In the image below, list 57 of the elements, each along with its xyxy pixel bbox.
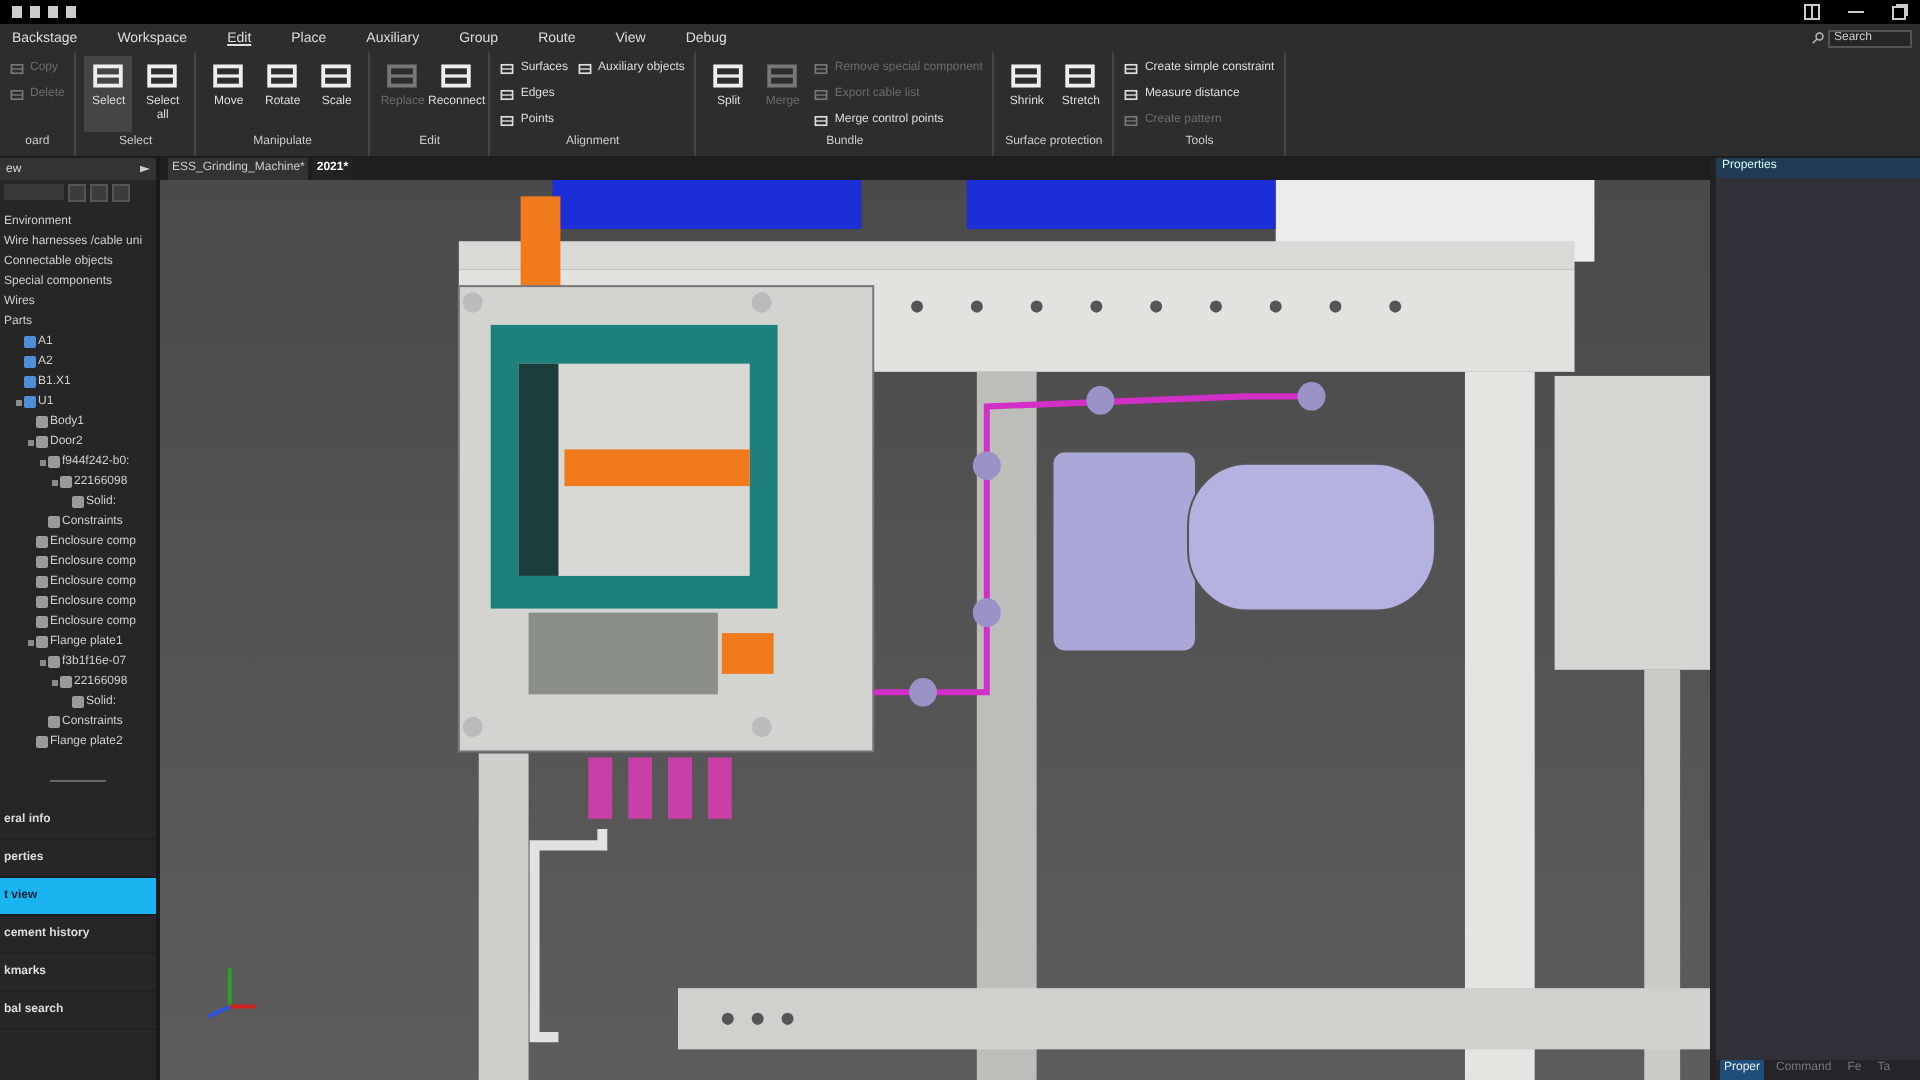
expander-icon[interactable] xyxy=(52,479,58,485)
node-icon xyxy=(36,576,48,588)
tool-icon xyxy=(814,61,829,75)
tool-icon xyxy=(814,87,829,101)
expander-icon[interactable] xyxy=(28,639,34,645)
node-icon xyxy=(36,596,48,608)
node-icon xyxy=(48,716,60,728)
layout-icon[interactable] xyxy=(1804,4,1820,20)
tool-icon xyxy=(1124,61,1139,75)
search-icon xyxy=(1812,32,1824,44)
node-icon xyxy=(24,336,36,348)
tool-icon xyxy=(266,60,299,92)
expander-icon[interactable] xyxy=(40,659,46,665)
tool-icon xyxy=(500,113,515,127)
node-icon xyxy=(60,676,72,688)
expander-icon[interactable] xyxy=(52,679,58,685)
node-icon xyxy=(60,476,72,488)
node-icon xyxy=(48,656,60,668)
tool-icon xyxy=(500,87,515,101)
tool-icon xyxy=(1124,87,1139,101)
tool-icon xyxy=(92,60,125,92)
tool-icon xyxy=(712,60,745,92)
axis-triad-icon xyxy=(206,967,256,1019)
tool-icon xyxy=(578,61,593,75)
tool-icon xyxy=(212,60,245,92)
expander-icon[interactable] xyxy=(16,399,22,405)
tool-icon xyxy=(1064,60,1097,92)
expander-icon[interactable] xyxy=(28,439,34,445)
node-icon xyxy=(48,516,60,528)
tool-icon xyxy=(1010,60,1043,92)
tool-icon xyxy=(440,60,473,92)
node-icon xyxy=(24,396,36,408)
restore-icon[interactable] xyxy=(1892,4,1908,20)
node-icon xyxy=(36,436,48,448)
node-icon xyxy=(36,536,48,548)
node-icon xyxy=(36,556,48,568)
tool-icon xyxy=(766,60,799,92)
node-icon xyxy=(36,736,48,748)
3d-viewport[interactable] xyxy=(160,180,1710,1080)
node-icon xyxy=(24,356,36,368)
tool-icon xyxy=(1124,113,1139,127)
tool-icon xyxy=(386,60,419,92)
node-icon xyxy=(72,496,84,508)
tool-icon xyxy=(500,61,515,75)
expander-icon[interactable] xyxy=(40,459,46,465)
node-icon xyxy=(24,376,36,388)
node-icon xyxy=(48,456,60,468)
node-icon xyxy=(72,696,84,708)
node-icon xyxy=(36,616,48,628)
tool-icon xyxy=(146,60,179,92)
tool-icon xyxy=(10,61,24,75)
tool-icon xyxy=(320,60,353,92)
node-icon xyxy=(36,636,48,648)
pin-icon[interactable] xyxy=(140,164,150,174)
tool-icon xyxy=(10,87,24,101)
node-icon xyxy=(36,416,48,428)
tool-icon xyxy=(814,113,829,127)
